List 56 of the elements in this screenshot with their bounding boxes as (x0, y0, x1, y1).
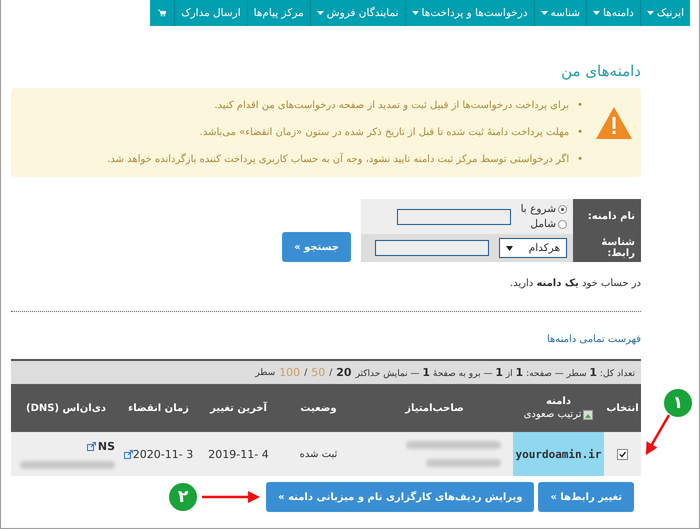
dns-text[interactable]: NS (98, 440, 115, 452)
annotation-arrow (646, 414, 670, 456)
domain-input-field[interactable] (396, 208, 511, 224)
bullet-mark: • (577, 126, 583, 140)
sort-image-alt-text[interactable]: ترتیب صعودی (524, 409, 582, 420)
radio-option[interactable]: شروع با (520, 203, 567, 215)
bullet-mark: • (577, 99, 583, 113)
nav-menu-item[interactable]: ایرنیک (640, 0, 690, 26)
contact-input-field[interactable] (375, 240, 489, 256)
page-size-link[interactable]: 100 (279, 366, 300, 379)
dropdown-caret-icon (506, 246, 513, 250)
action-button[interactable]: تغییر رابط‌ها » (538, 482, 634, 512)
warning-text: برای پرداخت درخواست‌ها از قبیل ثبت و تمدید از صفحه درخواست‌های من اقدام کنید. (214, 99, 570, 113)
column-header: دی‌ان‌اس (DNS) (11, 384, 121, 432)
column-header: انتخاب (604, 384, 641, 432)
radio-option[interactable]: شامل (520, 218, 567, 230)
step-badge: ۱ (663, 388, 693, 418)
bullet-mark: • (577, 153, 583, 167)
row-checkbox[interactable] (617, 448, 628, 460)
pager-separator: / (329, 368, 332, 378)
page-size-link[interactable]: 20 (336, 366, 352, 379)
warning-text: اگر درخواستی توسط مرکز ثبت دامنه تایید نشود، وجه آن به حساب کاربری پرداخت کننده بازگردانده خواهد شد. (107, 152, 570, 167)
nav-menu-item[interactable]: نمایندگان فروش (310, 0, 404, 26)
nav-menu-item[interactable]: شناسه (534, 0, 586, 26)
external-link-icon (86, 442, 96, 450)
column-header: وضعیت (281, 384, 356, 432)
cart-icon[interactable] (158, 7, 166, 19)
pager-text: سطر (255, 368, 276, 378)
column-header: آخرین تغییر (196, 384, 281, 432)
field-label: نام دامنه: (573, 199, 641, 234)
warning-icon (595, 106, 633, 140)
nav-menu-item[interactable]: دامنه‌ها (586, 0, 640, 26)
contact-dropdown[interactable]: هرکدام (499, 238, 567, 258)
search-button[interactable]: جستجو » (282, 232, 351, 262)
nav-menu-item[interactable]: مرکز پیام‌ها (246, 0, 310, 26)
nav-menu-item[interactable]: درخواست‌ها و پرداخت‌ها (404, 0, 534, 26)
nav-menu-item[interactable]: ارسال مدارک (174, 0, 247, 26)
status-cell: ثبت شده (281, 432, 356, 476)
page-title: دامنه‌های من (561, 62, 641, 80)
step-badge: ۲ (168, 482, 198, 512)
warning-text: مهلت پرداخت دامنهٔ ثبت شده تا قبل از تاریخ ذکر شده در ستون «زمان انقضاء» می‌باشد. (200, 126, 570, 140)
broken-image-icon (583, 410, 594, 420)
column-header: صاحب‌امتیاز (356, 384, 513, 432)
column-header: دامنه ترتیب صعودی (513, 384, 604, 432)
field-label: شناسهٔ رابط: (573, 234, 641, 262)
summary-text: در حساب خود یک دامنه دارید. (510, 278, 641, 289)
action-button[interactable]: ویرایش ردیف‌های کارگزاری نام و میزبانی دامنه » (266, 482, 534, 512)
page-size-link[interactable]: 50 (311, 366, 326, 379)
column-header: زمان انقضاء (121, 384, 196, 432)
last-change-date: 2019-11- 4 (208, 448, 269, 460)
pager-separator: / (304, 368, 308, 378)
external-link-icon (124, 450, 133, 458)
domain-cell: yourdoamin.ir (513, 432, 604, 476)
domain-list-link[interactable]: فهرست تمامی دامنه‌ها (546, 334, 641, 345)
expiry-date: 2020-11- 3 (132, 448, 194, 460)
annotation-arrow (202, 491, 260, 503)
